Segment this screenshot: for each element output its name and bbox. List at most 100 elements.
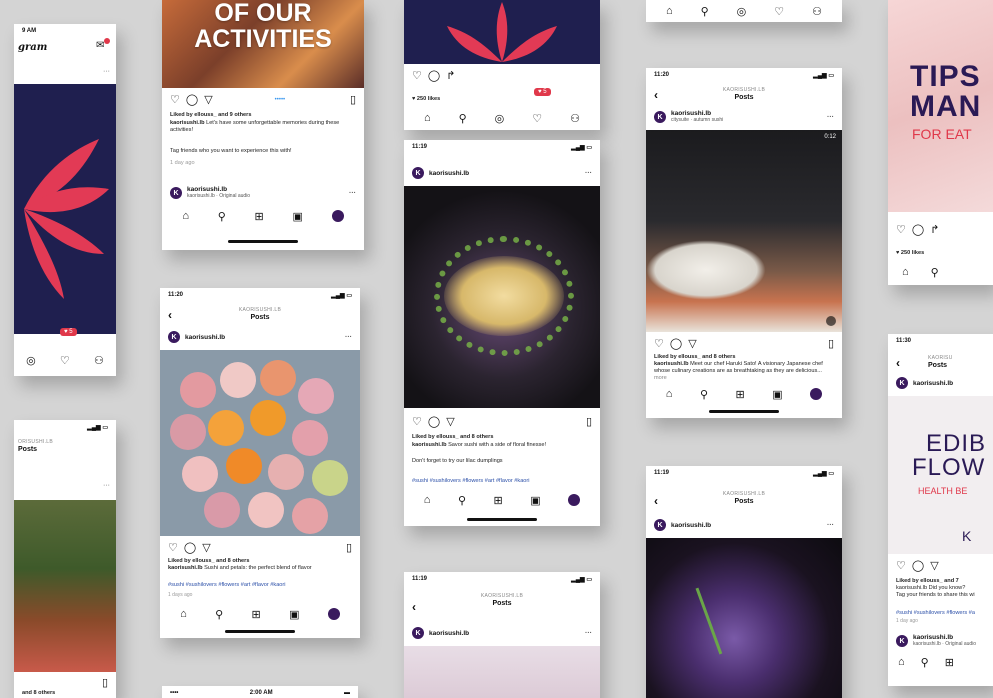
home-icon[interactable]: ⌂ <box>902 266 909 278</box>
post-image-dumplings <box>404 186 600 408</box>
home-icon[interactable]: ⌂ <box>666 388 673 400</box>
more-icon[interactable]: ··· <box>103 482 110 489</box>
home-icon[interactable]: ⌂ <box>182 210 189 222</box>
header-kicker: KAORISU <box>928 355 953 361</box>
camera-icon[interactable]: ◎ <box>737 5 747 18</box>
search-icon[interactable]: ⚲ <box>701 5 709 18</box>
comment-icon[interactable]: ◯ <box>186 94 198 106</box>
more-icon[interactable]: ··· <box>345 334 352 341</box>
share-icon[interactable]: ▽ <box>202 542 210 554</box>
profile-icon[interactable]: ⚇ <box>812 5 822 18</box>
comment-icon[interactable]: ◯ <box>428 416 440 428</box>
comment-icon[interactable]: ◯ <box>912 560 924 572</box>
profile-avatar[interactable] <box>331 210 344 222</box>
reels-icon[interactable]: ▣ <box>292 210 302 223</box>
post-card-lotus-left: 9 AM gram ✉ ··· ♥ 5 ◎ ♡ ⚇ <box>14 24 116 376</box>
share-icon[interactable]: ↱ <box>930 224 939 236</box>
like-icon[interactable]: ♡ <box>896 224 906 236</box>
camera-icon[interactable]: ◎ <box>495 112 505 125</box>
heart-icon[interactable]: ♡ <box>774 5 784 18</box>
status-bar: 11:20 ▂▄▆ ▭ <box>646 68 842 82</box>
heart-icon[interactable]: ♡ <box>532 112 542 125</box>
hashtags[interactable]: #sushi #sushilovers #flowers #art #flavo… <box>412 478 592 485</box>
share-icon[interactable]: ▽ <box>688 338 696 350</box>
post-author[interactable]: K kaorisushi.lb ··· <box>168 330 352 344</box>
create-icon[interactable]: ⊞ <box>945 656 954 669</box>
home-icon[interactable]: ⌂ <box>898 656 905 668</box>
home-icon[interactable]: ⌂ <box>424 494 431 506</box>
reel-author[interactable]: K kaorisushi.lb kaorisushi.lb · Original… <box>896 634 985 648</box>
avatar: K <box>896 635 908 647</box>
more-icon[interactable]: ··· <box>827 522 834 529</box>
camera-icon[interactable]: ◎ <box>26 354 36 367</box>
search-icon[interactable]: ⚲ <box>458 494 466 507</box>
status-bar: 11:20 ▂▄▆ ▭ <box>160 288 360 302</box>
create-icon[interactable]: ⊞ <box>494 494 503 507</box>
more-icon[interactable]: ··· <box>585 170 592 177</box>
back-icon[interactable]: ‹ <box>654 495 658 507</box>
more-icon[interactable]: ··· <box>103 68 110 75</box>
reels-icon[interactable]: ▣ <box>772 388 782 401</box>
save-icon[interactable]: ▯ <box>828 338 834 350</box>
save-icon[interactable]: ▯ <box>102 676 108 689</box>
comment-icon[interactable]: ◯ <box>670 338 682 350</box>
share-icon[interactable]: ▽ <box>446 416 454 428</box>
profile-avatar[interactable] <box>327 608 340 620</box>
share-icon[interactable]: ↱ <box>446 70 455 82</box>
reels-icon[interactable]: ▣ <box>530 494 540 507</box>
caption-2: Don't forget to try our lilac dumplings <box>412 458 503 464</box>
profile-avatar[interactable] <box>568 494 581 506</box>
comment-icon[interactable]: ◯ <box>912 224 924 236</box>
back-icon[interactable]: ‹ <box>412 601 416 613</box>
save-icon[interactable]: ▯ <box>350 94 356 106</box>
post-author[interactable]: K kaorisushi.lb ··· <box>412 626 592 640</box>
comment-icon[interactable]: ◯ <box>428 70 440 82</box>
hashtags[interactable]: #sushi #sushilovers #flowers #a <box>896 610 985 617</box>
hashtags[interactable]: #sushi #sushilovers #flowers #art #flavo… <box>168 582 352 589</box>
like-icon[interactable]: ♡ <box>170 94 180 106</box>
create-icon[interactable]: ⊞ <box>736 388 745 401</box>
more-icon[interactable]: ··· <box>585 630 592 637</box>
mute-icon[interactable] <box>826 316 836 326</box>
reels-icon[interactable]: ▣ <box>289 608 299 621</box>
back-icon[interactable]: ‹ <box>168 309 172 321</box>
comment-icon[interactable]: ◯ <box>184 542 196 554</box>
post-author[interactable]: K kaorisushi.lb citysuite · autumn sushi… <box>654 110 834 124</box>
share-icon[interactable]: ▽ <box>204 94 212 106</box>
search-icon[interactable]: ⚲ <box>215 608 223 621</box>
create-icon[interactable]: ⊞ <box>255 210 264 223</box>
post-author[interactable]: K kaorisushi.lb ··· <box>412 166 592 180</box>
create-icon[interactable]: ⊞ <box>252 608 261 621</box>
home-icon[interactable]: ⌂ <box>666 5 673 17</box>
search-icon[interactable]: ⚲ <box>931 266 939 279</box>
like-icon[interactable]: ♡ <box>896 560 906 572</box>
profile-icon[interactable]: ⚇ <box>94 354 104 367</box>
like-icon[interactable]: ♡ <box>168 542 178 554</box>
profile-icon[interactable]: ⚇ <box>570 112 580 125</box>
home-icon[interactable]: ⌂ <box>424 112 431 124</box>
search-icon[interactable]: ⚲ <box>921 656 929 669</box>
post-author[interactable]: K kaorisushi.lb <box>896 376 985 390</box>
search-icon[interactable]: ⚲ <box>218 210 226 223</box>
more-link[interactable]: more <box>654 375 667 381</box>
search-icon[interactable]: ⚲ <box>700 388 708 401</box>
reel-author[interactable]: K kaorisushi.lb kaorisushi.lb · Original… <box>170 186 356 200</box>
temari-sushi-image <box>170 360 348 534</box>
post-author[interactable]: K kaorisushi.lb ··· <box>654 518 834 532</box>
save-icon[interactable]: ▯ <box>346 542 352 554</box>
signal-icon: ▂▄▆ ▭ <box>813 471 834 477</box>
more-icon[interactable]: ··· <box>349 190 356 197</box>
heart-icon[interactable]: ♡ <box>60 354 70 367</box>
profile-avatar[interactable] <box>810 388 823 400</box>
like-icon[interactable]: ♡ <box>412 416 422 428</box>
search-icon[interactable]: ⚲ <box>459 112 467 125</box>
save-icon[interactable]: ▯ <box>586 416 592 428</box>
likes-count: ♥ 250 likes <box>896 250 925 256</box>
share-icon[interactable]: ▽ <box>930 560 938 572</box>
like-icon[interactable]: ♡ <box>412 70 422 82</box>
back-icon[interactable]: ‹ <box>896 357 900 369</box>
more-icon[interactable]: ··· <box>827 114 834 121</box>
like-icon[interactable]: ♡ <box>654 338 664 350</box>
home-icon[interactable]: ⌂ <box>180 608 187 620</box>
back-icon[interactable]: ‹ <box>654 89 658 101</box>
